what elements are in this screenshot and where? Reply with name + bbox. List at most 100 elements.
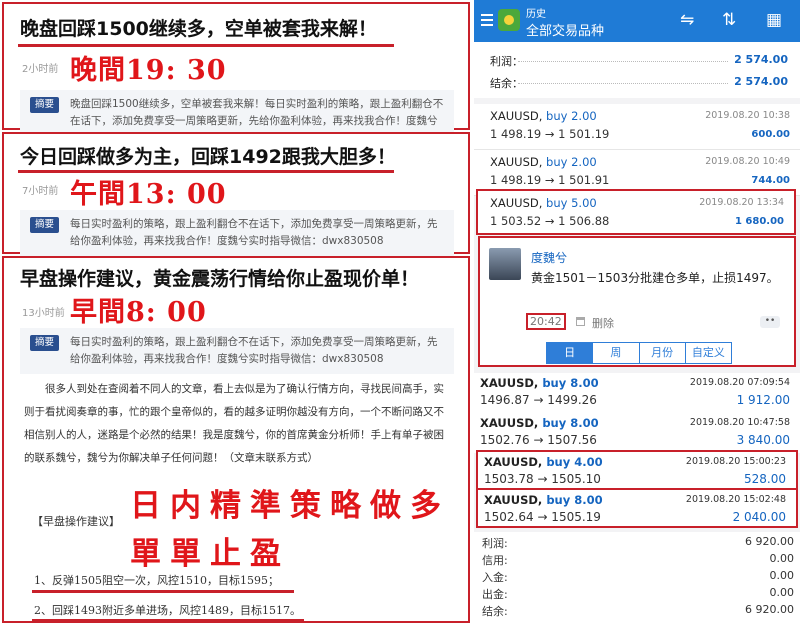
comment-card: 度魏兮 黄金1501－1503分批建仓多单，止损1497。 20:42 删除 •… xyxy=(478,236,796,367)
trade-symbol: XAUUSD, buy 8.00 xyxy=(480,416,599,430)
trade-prices: 1502.64 → 1505.19 xyxy=(484,510,601,524)
account-summary: 利润： 2 574.00 结余： 2 574.00 xyxy=(474,42,800,98)
balance-row: 结余： 2 574.00 xyxy=(490,75,788,91)
overlay-caption-strategy: 日内精準策略做多 xyxy=(130,488,450,524)
comment-time: 20:42 xyxy=(526,313,566,330)
summary-text: 每日实时盈利的策略，跟上盈利翻仓不在话下，添加免费享受一周策略更新，先给你盈利体… xyxy=(70,218,438,247)
app-logo-icon xyxy=(498,9,520,31)
plan-underline xyxy=(32,619,304,622)
trade-prices: 1503.78 → 1505.10 xyxy=(484,472,601,486)
article-summary: 摘要 每日实时盈利的策略，跟上盈利翻仓不在话下，添加免费享受一周策略更新，先给你… xyxy=(20,328,454,374)
trade-row[interactable]: XAUUSD, buy 8.00 2019.08.20 07:09:54 149… xyxy=(474,373,800,413)
leader-dots xyxy=(518,61,728,62)
plan-item: 2、回踩1493附近多单进场，风控1489，目标1517。 xyxy=(34,604,301,617)
article-card-noon[interactable]: 今日回踩做多为主，回踩1492跟我大胆多！ 7小时前 午間13: 00 摘要 每… xyxy=(2,132,470,256)
trade-prices: 1496.87 → 1499.26 xyxy=(480,393,597,407)
trade-row[interactable]: XAUUSD, buy 2.00 2019.08.20 10:38 1 498.… xyxy=(474,104,800,150)
article-summary: 摘要 每日实时盈利的策略，跟上盈利翻仓不在话下，添加免费享受一周策略更新，先给你… xyxy=(20,210,454,256)
trade-prices: 1 498.19 → 1 501.19 xyxy=(490,127,610,141)
article-headline[interactable]: 晚盘回踩1500继续多，空单被套我来解！ xyxy=(20,14,377,41)
trade-profit: 600.00 xyxy=(751,129,790,140)
avatar[interactable] xyxy=(489,248,521,280)
total-row-credit: 信用: 0.00 xyxy=(482,552,794,567)
plan-underline xyxy=(32,590,294,593)
total-row-balance: 结余: 6 920.00 xyxy=(482,603,794,618)
trading-history-panel: 历史 全部交易品种 ⇋ ⇅ ▦ 利润： 2 574.00 结余： 2 574.0… xyxy=(474,0,800,626)
plan-item: 1、反弹1505阻空一次，风控1510，目标1595； xyxy=(34,574,279,587)
period-segmented-control: 日 周 月份 自定义 xyxy=(546,342,732,364)
trade-side: buy 8.00 xyxy=(546,493,603,507)
trade-prices: 1502.76 → 1507.56 xyxy=(480,433,597,447)
comment-text: 黄金1501－1503分批建仓多单，止损1497。 xyxy=(531,271,779,285)
currency-exchange-icon[interactable]: ⇋ xyxy=(680,10,694,30)
article-card-morning[interactable]: 早盘操作建议，黄金震荡行情给你止盈现价单！ 13小时前 早間8: 00 摘要 每… xyxy=(2,256,470,623)
app-bar-title[interactable]: 全部交易品种 xyxy=(526,20,604,39)
comment-author[interactable]: 度魏兮 xyxy=(531,249,567,266)
session-time-stamp: 晚間19: 30 xyxy=(70,55,227,86)
trash-icon[interactable] xyxy=(576,317,585,326)
trade-side: buy 4.00 xyxy=(546,455,603,469)
headline-underline xyxy=(18,44,394,47)
trade-prices: 1 503.52 → 1 506.88 xyxy=(490,214,610,228)
article-card-evening[interactable]: 晚盘回踩1500继续多，空单被套我来解！ 2小时前 晚間19: 30 摘要 晚盘… xyxy=(2,2,470,153)
time-ago: 2小时前 xyxy=(22,64,59,75)
trade-date: 2019.08.20 07:09:54 xyxy=(689,377,790,388)
article-headline[interactable]: 今日回踩做多为主，回踩1492跟我大胆多！ xyxy=(20,142,396,169)
trade-row[interactable]: XAUUSD, buy 8.00 2019.08.20 10:47:58 150… xyxy=(474,413,800,453)
totals-summary: 利润: 6 920.00 信用: 0.00 入金: 0.00 出金: 0.00 结余: 6… xyxy=(474,532,800,626)
summary-text: 每日实时盈利的策略，跟上盈利翻仓不在话下，添加免费享受一周策略更新，先给你盈利体… xyxy=(70,336,438,365)
more-button[interactable]: •• xyxy=(760,316,780,328)
trade-symbol: XAUUSD, buy 4.00 xyxy=(484,455,603,469)
trade-side: buy 8.00 xyxy=(542,376,599,390)
app-bar: 历史 全部交易品种 ⇋ ⇅ ▦ xyxy=(474,0,800,42)
profit-value: 2 574.00 xyxy=(734,53,788,66)
trade-profit: 528.00 xyxy=(744,472,786,486)
total-row-withdrawal: 出金: 0.00 xyxy=(482,586,794,601)
trade-row-highlighted[interactable]: XAUUSD, buy 8.00 2019.08.20 15:02:48 150… xyxy=(476,488,798,528)
trade-symbol: XAUUSD, buy 5.00 xyxy=(490,196,597,210)
sort-icon[interactable]: ⇅ xyxy=(722,10,736,30)
trade-profit: 3 840.00 xyxy=(736,433,790,447)
balance-value: 2 574.00 xyxy=(734,75,788,88)
trade-side: buy 8.00 xyxy=(542,416,599,430)
article-headline[interactable]: 早盘操作建议，黄金震荡行情给你止盈现价单！ xyxy=(20,264,419,291)
tab-month[interactable]: 月份 xyxy=(640,343,686,363)
plan-title: 【早盘操作建议】 xyxy=(32,515,120,528)
tab-day[interactable]: 日 xyxy=(547,343,594,363)
time-ago: 7小时前 xyxy=(22,186,59,197)
trade-side: buy 2.00 xyxy=(546,109,597,123)
trade-profit: 2 040.00 xyxy=(732,510,786,524)
tab-week[interactable]: 周 xyxy=(593,343,640,363)
article-panel: 晚盘回踩1500继续多，空单被套我来解！ 2小时前 晚間19: 30 摘要 晚盘… xyxy=(0,0,472,626)
total-row-deposit: 入金: 0.00 xyxy=(482,569,794,584)
overlay-caption-profit: 單單止盈 xyxy=(130,536,290,572)
trade-profit: 744.00 xyxy=(751,175,790,186)
trade-date: 2019.08.20 15:00:23 xyxy=(685,456,786,467)
menu-icon[interactable] xyxy=(481,14,493,16)
tab-custom[interactable]: 自定义 xyxy=(686,343,731,363)
trade-symbol: XAUUSD, buy 8.00 xyxy=(484,493,603,507)
app-bar-subtitle: 历史 xyxy=(526,9,546,20)
trade-date: 2019.08.20 13:34 xyxy=(699,197,784,208)
summary-tag: 摘要 xyxy=(30,217,60,233)
trade-profit: 1 680.00 xyxy=(734,216,784,227)
total-row-profit: 利润: 6 920.00 xyxy=(482,535,794,550)
trade-side: buy 5.00 xyxy=(546,196,597,210)
trade-symbol: XAUUSD, buy 2.00 xyxy=(490,109,597,123)
session-time-stamp: 早間8: 00 xyxy=(70,297,207,328)
summary-tag: 摘要 xyxy=(30,335,60,351)
trade-symbol: XAUUSD, buy 8.00 xyxy=(480,376,599,390)
session-time-stamp: 午間13: 00 xyxy=(70,179,227,210)
trade-date: 2019.08.20 10:49 xyxy=(705,156,790,167)
trade-date: 2019.08.20 10:47:58 xyxy=(689,417,790,428)
time-ago: 13小时前 xyxy=(22,308,65,319)
trade-side: buy 2.00 xyxy=(546,155,597,169)
trade-profit: 1 912.00 xyxy=(736,393,790,407)
calendar-icon[interactable]: ▦ xyxy=(766,10,782,30)
article-body: 很多人到处在查阅着不同人的文章，看上去似是为了确认行情方向，寻找民间高手，实则于… xyxy=(24,383,444,464)
trade-row-highlighted[interactable]: XAUUSD, buy 5.00 2019.08.20 13:34 1 503.… xyxy=(476,189,796,235)
summary-tag: 摘要 xyxy=(30,97,60,113)
trade-row-highlighted[interactable]: XAUUSD, buy 4.00 2019.08.20 15:00:23 150… xyxy=(476,450,798,490)
delete-link[interactable]: 删除 xyxy=(592,315,614,331)
trade-prices: 1 498.19 → 1 501.91 xyxy=(490,173,610,187)
